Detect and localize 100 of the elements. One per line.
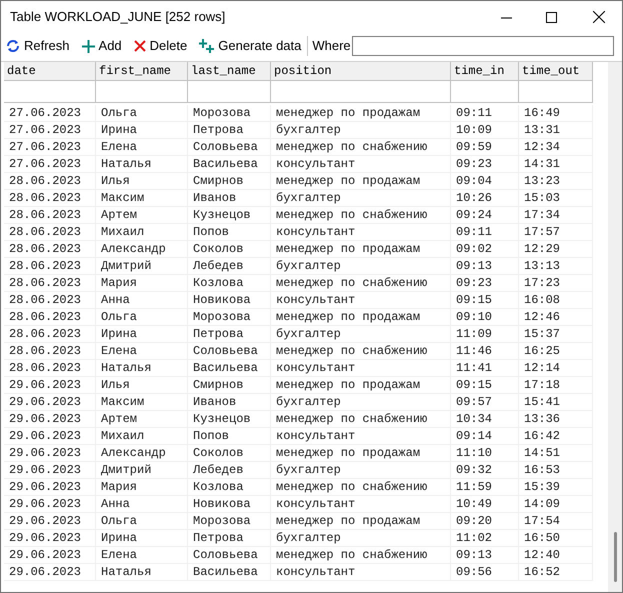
table-cell: Наталья [96,564,188,581]
table-cell: 09:20 [451,513,519,530]
table-cell: 28.06.2023 [4,292,96,309]
scroll-thumb[interactable] [614,532,616,582]
scrollbar[interactable] [608,62,622,592]
table-cell: 28.06.2023 [4,207,96,224]
toolbar-button[interactable]: Generate data [199,36,302,56]
table-cell: Соколов [188,445,271,462]
filter-field[interactable] [96,81,188,103]
table-cell: 11:46 [451,343,519,360]
table-cell: 13:23 [519,173,593,190]
table-cell: 09:02 [451,241,519,258]
filter-field[interactable] [4,81,96,103]
table-cell: менеджер по продажам [271,445,451,462]
table-cell: бухгалтер [271,190,451,207]
table-cell: 15:37 [519,326,593,343]
table-cell: 29.06.2023 [4,462,96,479]
table-cell: 28.06.2023 [4,190,96,207]
table-cell: 09:23 [451,275,519,292]
table-cell: Лебедев [188,258,271,275]
table-cell: Соколов [188,241,271,258]
table-cell: 09:23 [451,156,519,173]
table-cell: 29.06.2023 [4,564,96,581]
table-cell: 14:09 [519,496,593,513]
table-cell: Анна [96,496,188,513]
table-cell: бухгалтер [271,394,451,411]
column-header[interactable]: time_in [451,62,519,81]
toolbar-button[interactable]: Add [82,36,122,56]
refresh-icon [6,39,20,53]
table-cell: менеджер по продажам [271,173,451,190]
column-header[interactable]: position [271,62,451,81]
table-cell: 28.06.2023 [4,275,96,292]
table-cell: менеджер по продажам [271,241,451,258]
table-cell: 12:40 [519,547,593,564]
filter-field[interactable] [519,81,593,103]
table-cell: Анна [96,292,188,309]
table-cell: 28.06.2023 [4,224,96,241]
table-cell: Елена [96,343,188,360]
table-cell: Козлова [188,275,271,292]
table-cell: 12:46 [519,309,593,326]
table-cell: 11:09 [451,326,519,343]
table-cell: 12:14 [519,360,593,377]
table-cell: 17:34 [519,207,593,224]
toolbar-button[interactable]: Refresh [6,36,70,56]
table-cell: 11:59 [451,479,519,496]
table-cell: 11:02 [451,530,519,547]
table-cell: 28.06.2023 [4,241,96,258]
table-cell: 14:51 [519,445,593,462]
table-cell: Ольга [96,105,188,122]
table-cell: Максим [96,394,188,411]
table-cell: 29.06.2023 [4,496,96,513]
table-cell: бухгалтер [271,122,451,139]
table-cell: Елена [96,547,188,564]
table-cell: консультант [271,360,451,377]
table-cell: 09:59 [451,139,519,156]
column-header[interactable]: date [4,62,96,81]
table-cell: Дмитрий [96,462,188,479]
filter-field[interactable] [451,81,519,103]
table-cell: 27.06.2023 [4,122,96,139]
table-cell: Васильева [188,156,271,173]
table-cell: консультант [271,428,451,445]
column-header[interactable]: last_name [188,62,271,81]
column-header[interactable]: first_name [96,62,188,81]
table-cell: менеджер по снабжению [271,343,451,360]
table-cell: 13:31 [519,122,593,139]
toolbar-button[interactable]: Delete [134,36,188,56]
table-cell: 28.06.2023 [4,309,96,326]
plus-icon [199,39,214,53]
table-cell: 16:42 [519,428,593,445]
filter-field[interactable] [188,81,271,103]
table-cell: консультант [271,496,451,513]
table-cell: консультант [271,292,451,309]
close-icon[interactable] [593,11,605,23]
table-cell: Смирнов [188,377,271,394]
table-cell: 10:09 [451,122,519,139]
column-header[interactable]: time_out [519,62,593,81]
table-cell: 29.06.2023 [4,428,96,445]
table-cell: Михаил [96,224,188,241]
table-cell: Морозова [188,309,271,326]
table-cell: 16:50 [519,530,593,547]
table-cell: 16:49 [519,105,593,122]
table-cell: 17:54 [519,513,593,530]
where-field[interactable] [352,36,614,56]
table-cell: менеджер по снабжению [271,479,451,496]
table-cell: Иванов [188,190,271,207]
filter-field[interactable] [271,81,451,103]
table-cell: 10:26 [451,190,519,207]
table-cell: 09:57 [451,394,519,411]
table-cell: Соловьева [188,139,271,156]
maximize-icon[interactable] [546,12,557,22]
table-cell: 11:41 [451,360,519,377]
table-cell: 28.06.2023 [4,173,96,190]
table-cell: 12:34 [519,139,593,156]
table-cell: 14:31 [519,156,593,173]
table-cell: Елена [96,139,188,156]
table-cell: Лебедев [188,462,271,479]
table-cell: 17:18 [519,377,593,394]
table-cell: 09:15 [451,377,519,394]
table-cell: Мария [96,479,188,496]
window-title: Table WORKLOAD_JUNE [252 rows] [10,8,226,26]
